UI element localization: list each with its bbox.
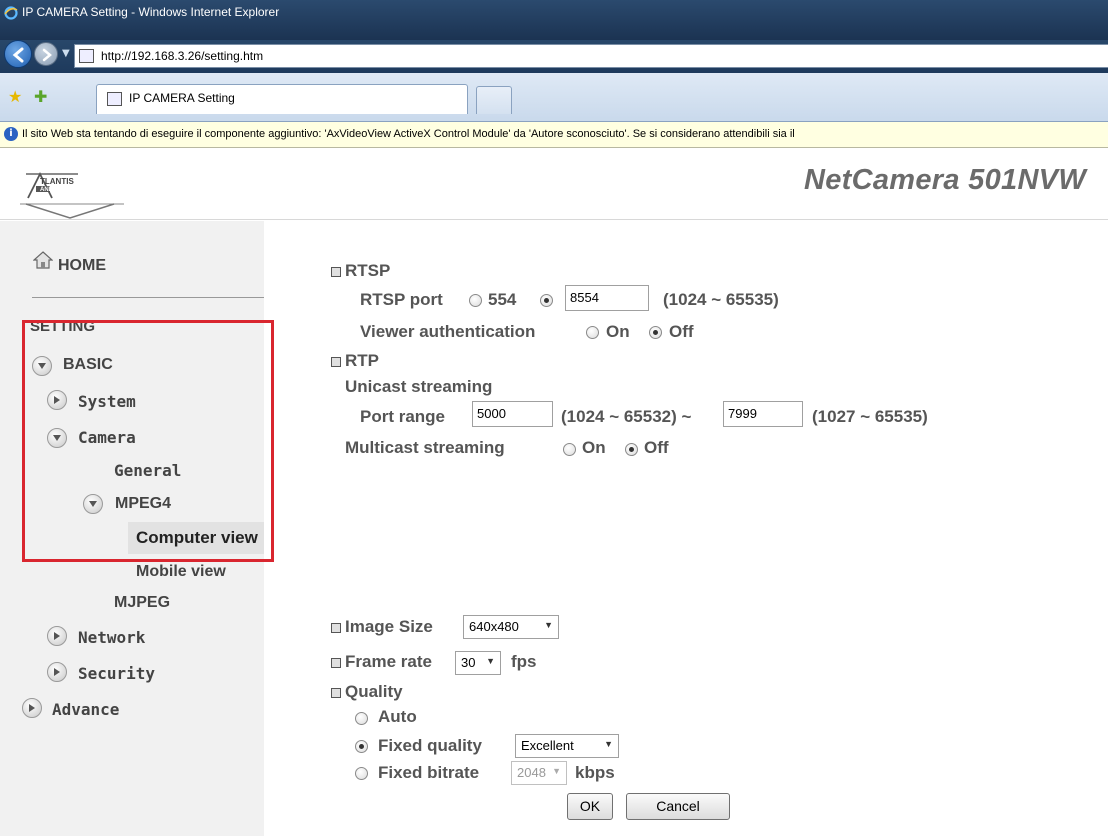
port-range-label: Port range — [360, 407, 446, 426]
ok-button[interactable]: OK — [567, 793, 613, 820]
security-expand-icon[interactable] — [47, 662, 67, 682]
add-favorites-icon[interactable]: ✚ — [34, 87, 47, 106]
svg-text:AND: AND — [40, 187, 54, 193]
unicast-label: Unicast streaming — [345, 377, 493, 396]
quality-auto-label: Auto — [378, 707, 417, 726]
tab-ip-camera-setting[interactable]: IP CAMERA Setting — [96, 84, 468, 114]
back-button[interactable] — [4, 40, 32, 68]
atlantis-logo: AND TLANTIS — [20, 171, 124, 219]
multicast-off-radio[interactable] — [625, 443, 638, 456]
rtp-heading: RTP — [345, 351, 379, 370]
rtsp-port-range: (1024 ~ 65535) — [663, 290, 779, 309]
kbps-unit: kbps — [575, 763, 615, 782]
url-text: http://192.168.3.26/setting.htm — [101, 49, 264, 63]
window-titlebar: IP CAMERA Setting - Windows Internet Exp… — [0, 0, 1108, 40]
quality-label: Quality — [345, 682, 403, 701]
image-size-label: Image Size — [345, 617, 433, 636]
frame-rate-label: Frame rate — [345, 652, 432, 671]
network-expand-icon[interactable] — [47, 626, 67, 646]
chevron-down-icon: ▼ — [544, 620, 553, 630]
fixed-bitrate-label: Fixed bitrate — [378, 763, 480, 782]
multicast-off-label: Off — [644, 438, 669, 457]
multicast-on-radio[interactable] — [563, 443, 576, 456]
fixed-quality-radio[interactable] — [355, 740, 368, 753]
rtsp-port-default-radio[interactable] — [469, 294, 482, 307]
bitrate-value: 2048 — [517, 765, 546, 780]
sidebar-item-mobile-view[interactable]: Mobile view — [136, 563, 226, 581]
new-tab-button[interactable] — [476, 86, 512, 114]
chevron-right-icon — [54, 632, 60, 640]
home-icon — [33, 251, 53, 269]
forward-button[interactable] — [34, 42, 58, 66]
rtp-port-from-input[interactable]: 5000 — [472, 401, 553, 427]
recent-pages-dropdown-icon[interactable]: ▼ — [62, 48, 70, 59]
viewer-auth-off-radio[interactable] — [649, 326, 662, 339]
rtsp-heading: RTSP — [345, 261, 391, 280]
multicast-label: Multicast streaming — [345, 438, 505, 457]
quality-auto-radio[interactable] — [355, 712, 368, 725]
highlight-annotation — [22, 320, 274, 562]
ie-logo-icon — [4, 6, 18, 20]
rtsp-port-custom-radio[interactable] — [540, 294, 553, 307]
info-icon: i — [4, 127, 18, 141]
sidebar-item-mjpeg[interactable]: MJPEG — [114, 594, 170, 612]
rtsp-port-label: RTSP port — [360, 290, 443, 309]
advance-expand-icon[interactable] — [22, 698, 42, 718]
chevron-right-icon — [54, 668, 60, 676]
multicast-on-label: On — [582, 438, 606, 457]
favorites-star-icon[interactable]: ★ — [8, 87, 22, 106]
fixed-bitrate-radio[interactable] — [355, 767, 368, 780]
infobar-message: Il sito Web sta tentando di eseguire il … — [22, 128, 795, 140]
information-bar[interactable]: i Il sito Web sta tentando di eseguire i… — [0, 122, 1108, 148]
forward-arrow-icon — [42, 48, 52, 62]
image-size-bullet-icon — [331, 623, 341, 633]
sidebar-item-network[interactable]: Network — [78, 628, 145, 647]
chevron-down-icon: ▼ — [552, 766, 561, 776]
viewer-auth-label: Viewer authentication — [360, 322, 536, 341]
fps-unit: fps — [511, 652, 537, 671]
fixed-quality-select[interactable]: Excellent ▼ — [515, 734, 619, 758]
viewer-auth-on-radio[interactable] — [586, 326, 599, 339]
image-size-value: 640x480 — [469, 619, 519, 634]
back-arrow-icon — [12, 47, 24, 63]
fixed-quality-value: Excellent — [521, 738, 574, 753]
sidebar-divider — [32, 297, 264, 298]
chevron-down-icon: ▼ — [486, 656, 495, 666]
frame-rate-select[interactable]: 30 ▼ — [455, 651, 501, 675]
fixed-bitrate-select[interactable]: 2048 ▼ — [511, 761, 567, 785]
frame-rate-value: 30 — [461, 655, 476, 670]
rtp-from-range: (1024 ~ 65532) ~ — [561, 407, 692, 426]
rtsp-default-port: 554 — [488, 290, 517, 309]
rtp-port-to-input[interactable]: 7999 — [723, 401, 803, 427]
image-size-select[interactable]: 640x480 ▼ — [463, 615, 559, 639]
product-name: NetCamera 501NVW — [803, 164, 1086, 196]
rtp-to-range: (1027 ~ 65535) — [812, 407, 928, 426]
sidebar-item-security[interactable]: Security — [78, 664, 155, 683]
viewer-auth-off-label: Off — [669, 322, 694, 341]
chevron-right-icon — [29, 704, 35, 712]
rtsp-bullet-icon — [331, 267, 341, 277]
frame-rate-bullet-icon — [331, 658, 341, 668]
window-title: IP CAMERA Setting - Windows Internet Exp… — [22, 5, 280, 19]
tab-page-icon — [107, 92, 122, 106]
quality-bullet-icon — [331, 688, 341, 698]
page-icon — [79, 49, 94, 63]
fixed-quality-label: Fixed quality — [378, 736, 482, 755]
tab-label: IP CAMERA Setting — [129, 91, 235, 105]
rtsp-port-input[interactable]: 8554 — [565, 285, 649, 311]
svg-text:TLANTIS: TLANTIS — [40, 177, 74, 186]
sidebar-item-home[interactable]: HOME — [58, 257, 106, 275]
cancel-button[interactable]: Cancel — [626, 793, 730, 820]
rtp-bullet-icon — [331, 357, 341, 367]
sidebar-item-advance[interactable]: Advance — [52, 700, 119, 719]
viewer-auth-on-label: On — [606, 322, 630, 341]
chevron-down-icon: ▼ — [604, 739, 613, 749]
url-field[interactable]: http://192.168.3.26/setting.htm — [74, 44, 1108, 68]
